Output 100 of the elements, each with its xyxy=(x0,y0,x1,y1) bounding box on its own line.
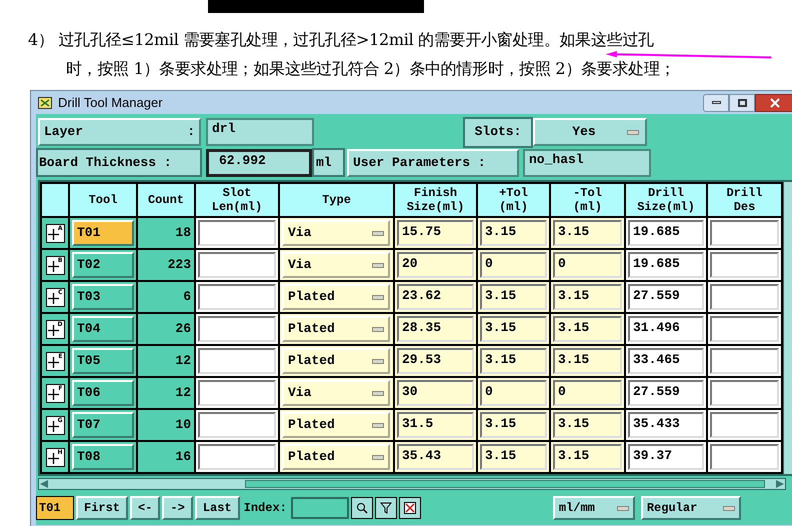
finish-size-field[interactable]: 31.5 xyxy=(397,412,474,438)
plus-icon xyxy=(48,389,59,400)
slot-length-field[interactable] xyxy=(198,220,276,246)
column-header: Tool xyxy=(70,184,138,218)
finish-size-field[interactable]: 15.75 xyxy=(397,220,474,246)
current-tool-label: T01 xyxy=(36,496,74,520)
drill-size-field[interactable]: 39.37 xyxy=(628,444,704,470)
drill-size-field[interactable]: 27.559 xyxy=(628,284,704,310)
column-header: +Tol (ml) xyxy=(478,184,551,218)
type-dropdown[interactable]: Via xyxy=(282,252,390,278)
drill-size-field[interactable]: 27.559 xyxy=(628,380,704,406)
drill-designation-field[interactable] xyxy=(710,380,779,406)
plus-tolerance-field[interactable]: 3.15 xyxy=(480,348,547,374)
type-dropdown[interactable]: Plated xyxy=(282,284,390,310)
board-thickness-field[interactable]: 62.992 xyxy=(206,148,312,176)
finish-size-field[interactable]: 28.35 xyxy=(397,316,474,342)
user-parameters-button[interactable]: User Parameters : xyxy=(347,148,519,176)
maximize-button[interactable] xyxy=(729,94,755,112)
close-button[interactable] xyxy=(755,94,792,112)
mode-dropdown[interactable]: Regular xyxy=(640,496,741,520)
drill-designation-field[interactable] xyxy=(710,412,779,438)
window-app-icon xyxy=(38,96,52,108)
slots-dropdown[interactable]: Yes xyxy=(533,118,647,146)
finish-size-field[interactable]: 23.62 xyxy=(397,284,474,310)
unit-dropdown[interactable]: ml/mm xyxy=(552,496,635,520)
finish-size-field[interactable]: 20 xyxy=(397,252,474,278)
drill-designation-field[interactable] xyxy=(710,316,779,342)
index-field[interactable] xyxy=(290,497,349,519)
plus-tolerance-field[interactable]: 3.15 xyxy=(480,284,547,310)
layer-button[interactable]: Layer : xyxy=(38,118,201,146)
minus-tolerance-field[interactable]: 0 xyxy=(553,252,622,278)
drill-size-field[interactable]: 35.433 xyxy=(628,412,704,438)
minus-tolerance-field[interactable]: 3.15 xyxy=(553,412,622,438)
minus-tolerance-field[interactable]: 3.15 xyxy=(553,284,622,310)
type-dropdown[interactable]: Plated xyxy=(282,348,390,374)
user-parameters-field[interactable]: no_hasl xyxy=(523,148,651,176)
tool-button[interactable]: T04 xyxy=(72,316,134,342)
plus-tolerance-field[interactable]: 3.15 xyxy=(480,220,547,246)
tool-button[interactable]: T01 xyxy=(72,220,134,246)
minus-tolerance-field[interactable]: 3.15 xyxy=(553,220,622,246)
drill-size-field[interactable]: 19.685 xyxy=(628,252,704,278)
drill-designation-field[interactable] xyxy=(710,252,779,278)
drill-size-field[interactable]: 31.496 xyxy=(628,316,704,342)
search-icon xyxy=(356,502,368,514)
finish-size-field[interactable]: 30 xyxy=(397,380,474,406)
type-dropdown[interactable]: Via xyxy=(282,380,390,406)
tool-button[interactable]: T06 xyxy=(72,380,134,406)
drill-designation-field[interactable] xyxy=(710,444,779,470)
scroll-right-icon xyxy=(775,479,785,489)
minus-tolerance-field[interactable]: 3.15 xyxy=(553,444,622,470)
slot-length-field[interactable] xyxy=(198,348,276,374)
tool-button[interactable]: T07 xyxy=(72,412,134,438)
minus-tolerance-field[interactable]: 0 xyxy=(553,380,622,406)
finish-size-field[interactable]: 35.43 xyxy=(397,444,474,470)
navigation-button[interactable]: First xyxy=(76,496,128,520)
slot-length-field[interactable] xyxy=(198,380,276,406)
type-dropdown[interactable]: Via xyxy=(282,220,390,246)
drill-designation-field[interactable] xyxy=(710,220,779,246)
search-button[interactable] xyxy=(350,497,373,519)
slot-length-field[interactable] xyxy=(198,316,276,342)
slot-length-field[interactable] xyxy=(198,284,276,310)
slot-length-field[interactable] xyxy=(198,444,276,470)
plus-icon xyxy=(48,357,59,368)
plus-tolerance-field[interactable]: 3.15 xyxy=(480,316,547,342)
navigation-button[interactable]: Last xyxy=(194,496,240,520)
plus-tolerance-field[interactable]: 3.15 xyxy=(480,412,547,438)
plus-tolerance-field[interactable]: 3.15 xyxy=(480,444,547,470)
drill-designation-field[interactable] xyxy=(710,284,779,310)
tool-button[interactable]: T02 xyxy=(72,252,134,278)
navigation-button[interactable]: <- xyxy=(130,496,160,520)
dropdown-icon xyxy=(372,358,384,364)
drill-size-field[interactable]: 33.465 xyxy=(628,348,704,374)
funnel-icon xyxy=(380,502,392,514)
horizontal-scrollbar[interactable] xyxy=(38,478,786,490)
column-header: Drill Size(ml) xyxy=(626,184,708,218)
navigation-button[interactable]: -> xyxy=(162,496,193,520)
tool-button[interactable]: T08 xyxy=(72,444,134,470)
slot-length-field[interactable] xyxy=(198,252,276,278)
minus-tolerance-field[interactable]: 3.15 xyxy=(553,348,622,374)
finish-size-field[interactable]: 29.53 xyxy=(397,348,474,374)
type-dropdown[interactable]: Plated xyxy=(282,444,390,470)
tool-button[interactable]: T03 xyxy=(72,284,134,310)
plus-tolerance-field[interactable]: 0 xyxy=(480,252,547,278)
drill-size-field[interactable]: 19.685 xyxy=(628,220,704,246)
minimize-button[interactable] xyxy=(703,94,729,112)
count-cell-text: 10 xyxy=(175,416,191,434)
plus-tolerance-field[interactable]: 0 xyxy=(480,380,547,406)
type-dropdown[interactable]: Plated xyxy=(282,316,390,342)
layer-field[interactable]: drl xyxy=(206,118,314,146)
count-cell-text: 223 xyxy=(168,256,191,274)
minus-tolerance-field[interactable]: 3.15 xyxy=(553,316,622,342)
type-dropdown[interactable]: Plated xyxy=(282,412,390,438)
filter-button[interactable] xyxy=(374,497,397,519)
vertical-scrollbar[interactable] xyxy=(783,182,792,474)
document-text-line: 4） 过孔孔径≤12mil 需要塞孔处理，过孔孔径>12mil 的需要开小窗处理。如果这些过孔 xyxy=(28,30,654,50)
clear-button[interactable] xyxy=(398,497,421,519)
column-header: -Tol (ml) xyxy=(551,184,626,218)
tool-button[interactable]: T05 xyxy=(72,348,134,374)
slot-length-field[interactable] xyxy=(198,412,276,438)
drill-designation-field[interactable] xyxy=(710,348,779,374)
